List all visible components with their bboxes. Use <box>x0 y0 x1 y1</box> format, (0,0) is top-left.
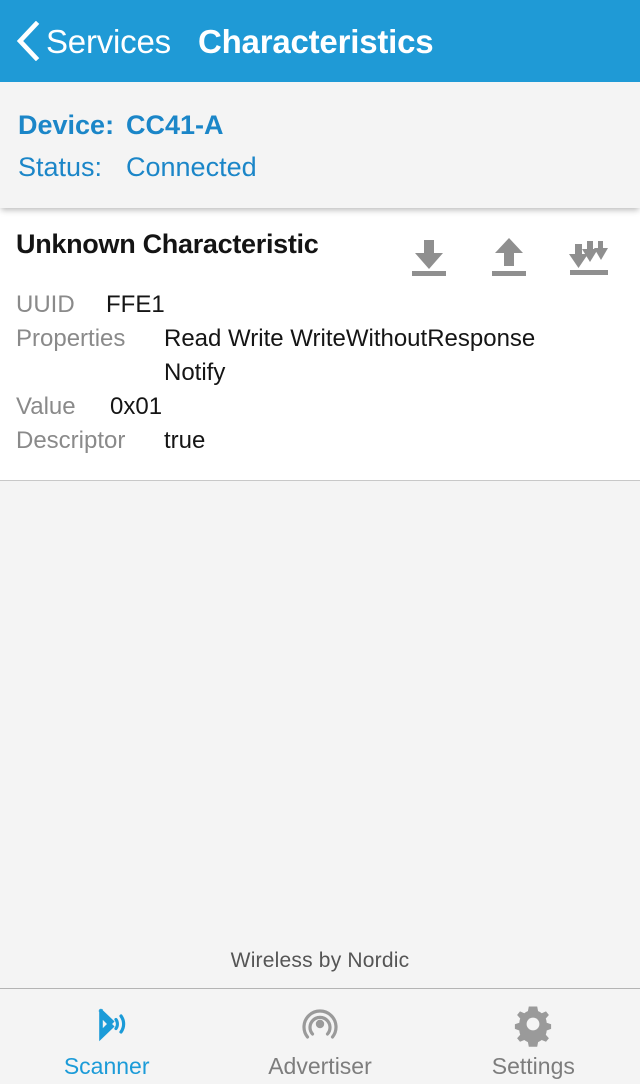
characteristic-actions <box>406 226 624 278</box>
field-value: FFE1 <box>106 288 165 322</box>
bluetooth-icon <box>84 1001 130 1047</box>
characteristic-title: Unknown Characteristic <box>16 226 318 261</box>
tab-label: Advertiser <box>268 1055 372 1078</box>
device-label: Device: <box>18 104 126 146</box>
field-key: Value <box>16 390 90 424</box>
characteristic-fields: UUID FFE1 Properties Read Write WriteWit… <box>16 288 624 458</box>
tab-label: Scanner <box>64 1055 150 1078</box>
gear-icon <box>510 1001 556 1047</box>
chevron-left-icon <box>14 21 40 61</box>
device-info-panel: Device: CC41-A Status: Connected <box>0 82 640 208</box>
field-key: Descriptor <box>16 424 152 458</box>
device-value: CC41-A <box>126 104 224 146</box>
status-row: Status: Connected <box>18 146 622 188</box>
page-title: Characteristics <box>198 25 433 58</box>
field-value: 0x01 <box>110 390 162 424</box>
app-root: Services Characteristics Device: CC41-A … <box>0 0 640 1084</box>
field-row: Descriptor true <box>16 424 624 458</box>
device-row: Device: CC41-A <box>18 104 622 146</box>
content-scroll-area[interactable]: Unknown Characteristic <box>0 208 640 949</box>
field-key: Properties <box>16 322 152 356</box>
tabbar: Scanner Advertiser Settings <box>0 989 640 1084</box>
back-button[interactable]: Services <box>14 0 175 82</box>
field-value: true <box>164 424 205 458</box>
broadcast-icon <box>297 1001 343 1047</box>
field-row: UUID FFE1 <box>16 288 624 322</box>
back-label: Services <box>46 25 171 58</box>
status-value: Connected <box>126 146 257 188</box>
footer-brand: Wireless by Nordic <box>0 949 640 988</box>
tab-label: Settings <box>492 1055 575 1078</box>
tabbar-container: Scanner Advertiser Settings <box>0 988 640 1084</box>
status-label: Status: <box>18 146 126 188</box>
field-value: Read Write WriteWithoutResponse Notify <box>164 322 554 390</box>
read-icon[interactable] <box>406 238 452 278</box>
write-icon[interactable] <box>486 238 532 278</box>
tab-scanner[interactable]: Scanner <box>0 989 213 1084</box>
field-row: Properties Read Write WriteWithoutRespon… <box>16 322 624 390</box>
tab-advertiser[interactable]: Advertiser <box>213 989 426 1084</box>
tab-settings[interactable]: Settings <box>427 989 640 1084</box>
field-row: Value 0x01 <box>16 390 624 424</box>
characteristic-card[interactable]: Unknown Characteristic <box>0 208 640 481</box>
navigation-bar: Services Characteristics <box>0 0 640 82</box>
notify-icon[interactable] <box>566 238 612 278</box>
field-key: UUID <box>16 288 90 322</box>
characteristic-header: Unknown Characteristic <box>16 226 624 278</box>
